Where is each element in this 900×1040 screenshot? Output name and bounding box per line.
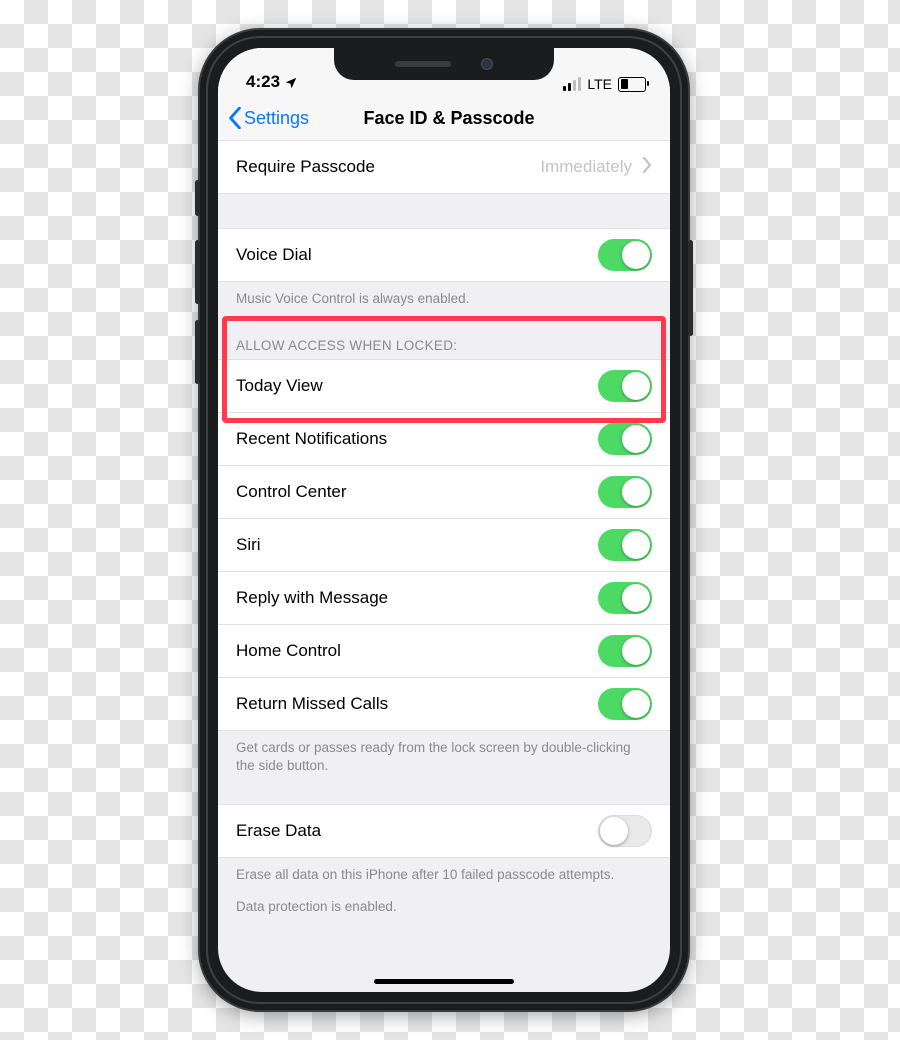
row-label: Today View xyxy=(236,376,323,396)
row-label: Home Control xyxy=(236,641,341,661)
notch xyxy=(334,48,554,80)
row-label: Siri xyxy=(236,535,261,555)
row-label: Voice Dial xyxy=(236,245,312,265)
section-header-allow-access: ALLOW ACCESS WHEN LOCKED: xyxy=(218,318,670,359)
row-label: Return Missed Calls xyxy=(236,694,388,714)
toggle-reply-with-message[interactable] xyxy=(598,582,652,614)
row-return-missed-calls[interactable]: Return Missed Calls xyxy=(218,678,670,731)
row-label: Recent Notifications xyxy=(236,429,387,449)
back-button[interactable]: Settings xyxy=(228,107,309,129)
network-label: LTE xyxy=(587,76,612,92)
chevron-left-icon xyxy=(228,107,242,129)
footer-voice-dial: Music Voice Control is always enabled. xyxy=(218,282,670,318)
toggle-return-missed-calls[interactable] xyxy=(598,688,652,720)
cell-signal-icon xyxy=(563,77,581,91)
row-label: Require Passcode xyxy=(236,157,375,177)
toggle-today-view[interactable] xyxy=(598,370,652,402)
row-reply-with-message[interactable]: Reply with Message xyxy=(218,572,670,625)
row-today-view[interactable]: Today View xyxy=(218,359,670,413)
battery-icon xyxy=(618,77,646,92)
footer-erase-2: Data protection is enabled. xyxy=(218,894,670,926)
status-time: 4:23 xyxy=(246,72,280,92)
toggle-siri[interactable] xyxy=(598,529,652,561)
nav-bar: Settings Face ID & Passcode xyxy=(218,94,670,143)
volume-up-button xyxy=(195,240,200,304)
toggle-voice-dial[interactable] xyxy=(598,239,652,271)
footer-erase-1: Erase all data on this iPhone after 10 f… xyxy=(218,858,670,894)
row-label: Control Center xyxy=(236,482,347,502)
toggle-erase-data[interactable] xyxy=(598,815,652,847)
chevron-right-icon xyxy=(642,157,652,178)
row-recent-notifications[interactable]: Recent Notifications xyxy=(218,413,670,466)
settings-list[interactable]: Require Passcode Immediately Voice Dial … xyxy=(218,140,670,992)
speaker-grille xyxy=(395,61,451,67)
row-label: Erase Data xyxy=(236,821,321,841)
location-icon xyxy=(284,75,298,89)
footer-allow-access: Get cards or passes ready from the lock … xyxy=(218,731,670,785)
row-require-passcode[interactable]: Require Passcode Immediately xyxy=(218,140,670,194)
row-label: Reply with Message xyxy=(236,588,388,608)
row-control-center[interactable]: Control Center xyxy=(218,466,670,519)
spacer xyxy=(218,194,670,228)
row-home-control[interactable]: Home Control xyxy=(218,625,670,678)
toggle-home-control[interactable] xyxy=(598,635,652,667)
row-value: Immediately xyxy=(540,157,632,177)
mute-switch xyxy=(195,180,200,216)
back-label: Settings xyxy=(244,108,309,129)
row-voice-dial[interactable]: Voice Dial xyxy=(218,228,670,282)
row-siri[interactable]: Siri xyxy=(218,519,670,572)
volume-down-button xyxy=(195,320,200,384)
side-button xyxy=(688,240,693,336)
toggle-recent-notifications[interactable] xyxy=(598,423,652,455)
phone-frame: 4:23 LTE Settings Face ID & Passcode xyxy=(200,30,688,1010)
home-indicator[interactable] xyxy=(374,979,514,984)
toggle-control-center[interactable] xyxy=(598,476,652,508)
screen: 4:23 LTE Settings Face ID & Passcode xyxy=(218,48,670,992)
front-camera xyxy=(481,58,493,70)
spacer xyxy=(218,786,670,804)
row-erase-data[interactable]: Erase Data xyxy=(218,804,670,858)
